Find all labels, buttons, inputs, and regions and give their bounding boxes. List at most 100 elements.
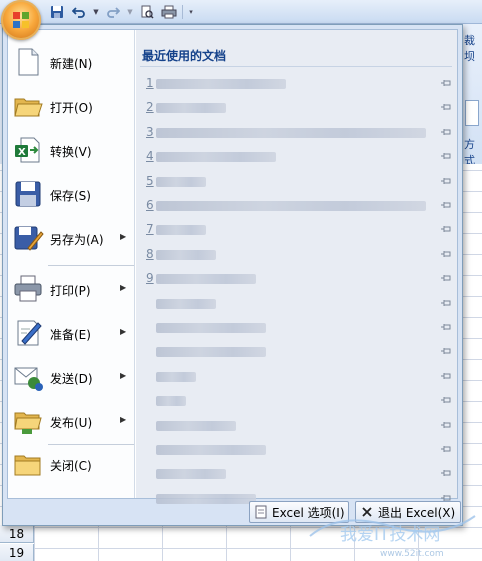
recent-document-item[interactable]: 9: [144, 269, 454, 289]
recent-document-item[interactable]: 3: [144, 123, 454, 143]
quick-access-toolbar: ▼ ▼ ▾: [48, 3, 195, 21]
menu-item-new[interactable]: 新建(N): [8, 42, 135, 84]
row-header[interactable]: 18: [0, 525, 34, 543]
recent-document-name-blurred: [156, 79, 286, 89]
pin-icon[interactable]: [440, 175, 452, 187]
quick-print-icon[interactable]: [160, 3, 178, 21]
open-folder-icon: [14, 98, 43, 117]
recent-document-item[interactable]: [144, 440, 454, 460]
ribbon-control[interactable]: [465, 100, 479, 126]
exit-excel-button[interactable]: 退出 Excel(X): [355, 501, 461, 523]
qat-separator: [182, 5, 183, 19]
print-preview-icon[interactable]: [138, 3, 156, 21]
ribbon-peek: 裁坝 方式: [462, 24, 482, 167]
menu-item-label: 发布(U): [50, 416, 93, 430]
recent-document-item[interactable]: [144, 367, 454, 387]
menu-item-close[interactable]: 关闭(C): [8, 444, 135, 486]
recent-document-number: 6: [146, 198, 154, 212]
recent-document-item[interactable]: 6: [144, 196, 454, 216]
undo-icon[interactable]: [70, 3, 88, 21]
menu-item-publish[interactable]: 发布(U) ▶: [8, 401, 135, 443]
pin-icon[interactable]: [440, 394, 452, 406]
printer-icon: [14, 275, 42, 302]
recent-document-number: 3: [146, 124, 154, 139]
pin-icon[interactable]: [440, 443, 452, 455]
customize-qat-icon[interactable]: ▾: [187, 8, 195, 16]
submenu-arrow-icon: ▶: [120, 327, 127, 336]
pin-icon[interactable]: [440, 150, 452, 162]
recent-document-name-blurred: [156, 493, 256, 504]
menu-item-save-as[interactable]: 另存为(A) ▶: [8, 218, 135, 260]
pin-icon[interactable]: [440, 199, 452, 211]
recent-document-item[interactable]: [144, 464, 454, 484]
recent-document-item[interactable]: 1: [144, 74, 454, 94]
recent-document-name-blurred: [156, 371, 196, 382]
recent-document-name-blurred: [156, 176, 206, 187]
recent-document-item[interactable]: [144, 294, 454, 314]
pin-icon[interactable]: [440, 126, 452, 138]
excel-options-button[interactable]: Excel 选项(I): [249, 501, 349, 523]
publish-icon: [14, 412, 42, 434]
recent-document-item[interactable]: [144, 318, 454, 338]
save-icon[interactable]: [48, 3, 66, 21]
save-disk-icon: [15, 181, 41, 207]
menu-item-open[interactable]: 打开(O): [8, 86, 135, 128]
prepare-pen-icon: [17, 320, 42, 346]
menu-item-label: 新建(N): [50, 57, 93, 71]
office-logo-icon: [13, 12, 29, 28]
menu-separator: [48, 265, 134, 266]
recent-document-number: 7: [146, 222, 154, 237]
recent-document-name-blurred: [156, 420, 236, 431]
excel-options-label: Excel 选项(I): [272, 505, 345, 520]
options-icon: [255, 505, 267, 519]
menu-item-label: 打印(P): [50, 284, 91, 298]
submenu-arrow-icon: ▶: [120, 371, 127, 380]
recent-document-name-blurred: [156, 249, 216, 260]
office-button[interactable]: [1, 0, 41, 40]
recent-document-name-blurred: [156, 298, 216, 309]
recent-document-number: 5: [146, 173, 154, 188]
pin-icon[interactable]: [440, 345, 452, 357]
save-as-icon: [14, 226, 44, 251]
recent-document-number: 9: [146, 271, 154, 286]
pin-icon[interactable]: [440, 272, 452, 284]
pin-icon[interactable]: [440, 419, 452, 431]
recent-document-item[interactable]: 2: [144, 98, 454, 118]
pin-icon[interactable]: [440, 321, 452, 333]
recent-document-item[interactable]: 8: [144, 245, 454, 265]
pin-icon[interactable]: [440, 467, 452, 479]
row-header[interactable]: 19: [0, 544, 34, 561]
menu-item-send[interactable]: 发送(D) ▶: [8, 357, 135, 399]
menu-item-print[interactable]: 打印(P) ▶: [8, 269, 135, 311]
recent-document-item[interactable]: 7: [144, 220, 454, 240]
recent-document-name-blurred: [156, 396, 186, 407]
pin-icon[interactable]: [440, 248, 452, 260]
title-bar: ▼ ▼ ▾: [0, 0, 482, 24]
pin-icon[interactable]: [440, 297, 452, 309]
redo-icon[interactable]: [104, 3, 122, 21]
recent-document-item[interactable]: 5: [144, 172, 454, 192]
redo-dropdown-icon[interactable]: ▼: [126, 8, 134, 16]
pin-icon[interactable]: [440, 223, 452, 235]
ribbon-peek-top: 裁坝: [464, 34, 475, 63]
menu-item-save[interactable]: 保存(S): [8, 174, 135, 216]
recent-document-item[interactable]: 4: [144, 147, 454, 167]
menu-item-prepare[interactable]: 准备(E) ▶: [8, 313, 135, 355]
pin-icon[interactable]: [440, 77, 452, 89]
pin-icon[interactable]: [440, 101, 452, 113]
recent-document-item[interactable]: [144, 342, 454, 362]
menu-item-label: 保存(S): [50, 189, 91, 203]
new-document-icon: [18, 48, 39, 76]
recent-documents-divider: [140, 66, 452, 67]
recent-document-item[interactable]: [144, 416, 454, 436]
undo-dropdown-icon[interactable]: ▼: [92, 8, 100, 16]
recent-document-name-blurred: [156, 127, 426, 138]
submenu-arrow-icon: ▶: [120, 415, 127, 424]
pin-icon[interactable]: [440, 370, 452, 382]
recent-document-item[interactable]: [144, 391, 454, 411]
close-folder-icon: [14, 455, 41, 476]
close-icon: [362, 507, 372, 517]
recent-document-number: 4: [146, 149, 154, 164]
recent-document-name-blurred: [156, 469, 226, 480]
menu-item-convert[interactable]: X 转换(V): [8, 130, 135, 172]
